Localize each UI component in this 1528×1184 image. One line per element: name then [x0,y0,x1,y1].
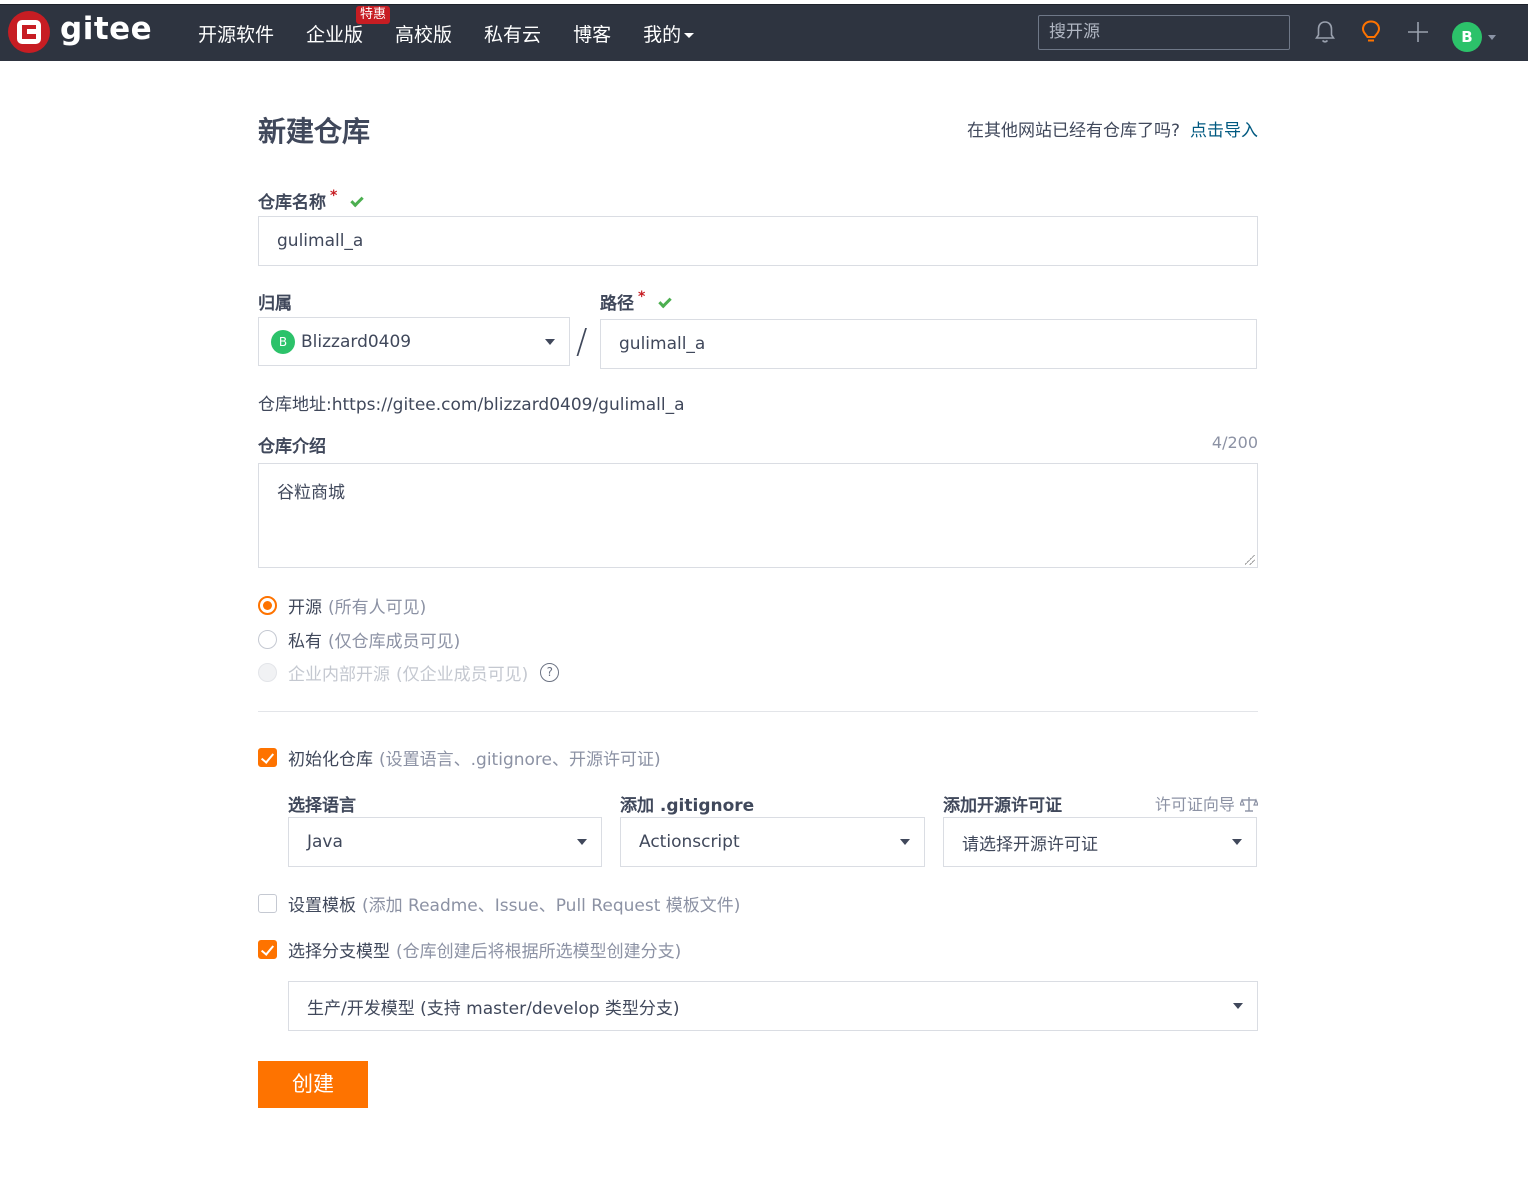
check-icon [350,193,365,208]
checkbox-checked-icon[interactable] [258,748,277,767]
chevron-down-icon [1232,839,1242,845]
section-divider [258,711,1258,712]
language-label: 选择语言 [288,796,356,816]
intro-label: 仓库介绍 [258,437,326,457]
nav-item-enterprise[interactable]: 企业版 特惠 [306,6,391,47]
visibility-option-enterprise: 企业内部开源 (仅企业成员可见) ? [258,660,560,685]
main-nav: 开源软件 企业版 特惠 高校版 私有云 博客 我的 [198,5,726,62]
license-select-value: 请选择开源许可证 [962,834,1098,855]
chevron-down-icon [577,839,587,845]
nav-item-open-source[interactable]: 开源软件 [198,20,274,47]
intro-text: 谷粒商城 [277,483,345,503]
gitee-logo[interactable]: gitee [8,11,152,53]
create-button[interactable]: 创建 [258,1061,368,1108]
path-input[interactable]: gulimall_a [600,319,1257,369]
top-navbar: gitee 开源软件 企业版 特惠 高校版 私有云 博客 我的 搜开源 B [0,4,1528,61]
owner-avatar: B [271,329,295,354]
nav-item-education[interactable]: 高校版 [395,20,452,47]
bell-icon[interactable] [1312,19,1338,45]
checkbox-checked-icon[interactable] [258,940,277,959]
init-repo-hint: (设置语言、.gitignore、开源许可证) [379,750,661,770]
path-separator: / [576,322,588,362]
nav-item-private-cloud[interactable]: 私有云 [484,20,541,47]
repo-url-label: 仓库地址: [258,395,332,415]
owner-label: 归属 [258,294,292,314]
language-select[interactable]: Java [288,817,602,867]
branch-model-option[interactable]: 选择分支模型 (仓库创建后将根据所选模型创建分支) [258,937,681,962]
search-input[interactable]: 搜开源 [1038,15,1290,50]
path-label-text: 路径 [600,294,634,314]
branch-model-select[interactable]: 生产/开发模型 (支持 master/develop 类型分支) [288,981,1258,1031]
license-select[interactable]: 请选择开源许可证 [943,817,1257,867]
visibility-label: 企业内部开源 [288,665,390,685]
import-hint: 在其他网站已经有仓库了吗? 点击导入 [967,116,1258,141]
required-mark: * [330,188,338,204]
visibility-label: 私有 [288,632,322,652]
owner-select[interactable]: B Blizzard0409 [258,317,570,366]
chevron-down-icon [545,338,555,345]
required-mark: * [638,289,646,305]
gitignore-select[interactable]: Actionscript [620,817,925,867]
init-repo-label: 初始化仓库 [288,750,373,770]
chevron-down-icon [900,839,910,845]
visibility-option-private[interactable]: 私有 (仅仓库成员可见) [258,627,460,652]
resize-handle-icon[interactable] [1245,555,1255,565]
branch-model-label: 选择分支模型 [288,942,390,962]
check-icon [658,294,673,309]
gitignore-select-value: Actionscript [639,832,740,852]
plus-icon[interactable] [1405,19,1431,45]
radio-unchecked-icon[interactable] [258,630,277,649]
branch-model-select-value: 生产/开发模型 (支持 master/develop 类型分支) [307,998,680,1019]
repo-name-label-text: 仓库名称 [258,193,326,213]
scale-icon [1239,797,1259,812]
visibility-hint: (仅仓库成员可见) [328,632,461,652]
page-title: 新建仓库 [258,115,371,148]
visibility-hint: (所有人可见) [328,598,427,618]
intro-textarea[interactable]: 谷粒商城 [258,463,1258,568]
branch-model-hint: (仓库创建后将根据所选模型创建分支) [396,942,682,962]
visibility-label: 开源 [288,598,322,618]
license-label: 添加开源许可证 [943,796,1062,816]
chevron-down-icon [684,33,695,38]
import-question: 在其他网站已经有仓库了吗? [966,121,1180,141]
intro-counter: 4/200 [1211,433,1258,452]
visibility-hint: (仅企业成员可见) [396,665,529,685]
license-wizard-link[interactable]: 许可证向导 [1154,791,1259,815]
repo-name-label: 仓库名称 * [258,188,365,213]
nav-item-enterprise-label: 企业版 [306,24,364,46]
visibility-option-public[interactable]: 开源 (所有人可见) [258,593,426,618]
promo-badge: 特惠 [356,6,391,24]
nav-item-blog[interactable]: 博客 [573,20,611,47]
path-label: 路径 * [600,289,673,314]
template-hint: (添加 Readme、Issue、Pull Request 模板文件) [362,896,741,916]
import-link[interactable]: 点击导入 [1190,121,1258,141]
repo-name-input[interactable]: gulimall_a [258,216,1258,266]
help-icon[interactable]: ? [540,663,560,682]
nav-item-mine[interactable]: 我的 [643,20,695,47]
lightbulb-icon[interactable] [1358,19,1384,45]
user-avatar[interactable]: B [1452,22,1482,52]
template-option[interactable]: 设置模板 (添加 Readme、Issue、Pull Request 模板文件) [258,891,740,916]
chevron-down-icon [1233,1003,1243,1009]
owner-select-value: Blizzard0409 [301,331,412,352]
gitee-logo-icon [8,11,50,53]
init-repo-option[interactable]: 初始化仓库 (设置语言、.gitignore、开源许可证) [258,745,661,770]
radio-disabled-icon [258,663,277,682]
license-wizard-text: 许可证向导 [1154,795,1235,814]
language-select-value: Java [307,832,343,852]
chevron-down-icon[interactable] [1488,35,1496,40]
repo-url: https://gitee.com/blizzard0409/gulimall_… [331,395,685,415]
repo-url-line: 仓库地址:https://gitee.com/blizzard0409/guli… [258,390,685,415]
checkbox-unchecked-icon[interactable] [258,894,277,913]
radio-checked-icon[interactable] [258,596,277,615]
template-label: 设置模板 [288,896,356,916]
nav-item-mine-label: 我的 [643,24,682,46]
logo-text: gitee [60,11,153,47]
gitignore-label: 添加 .gitignore [620,796,755,816]
